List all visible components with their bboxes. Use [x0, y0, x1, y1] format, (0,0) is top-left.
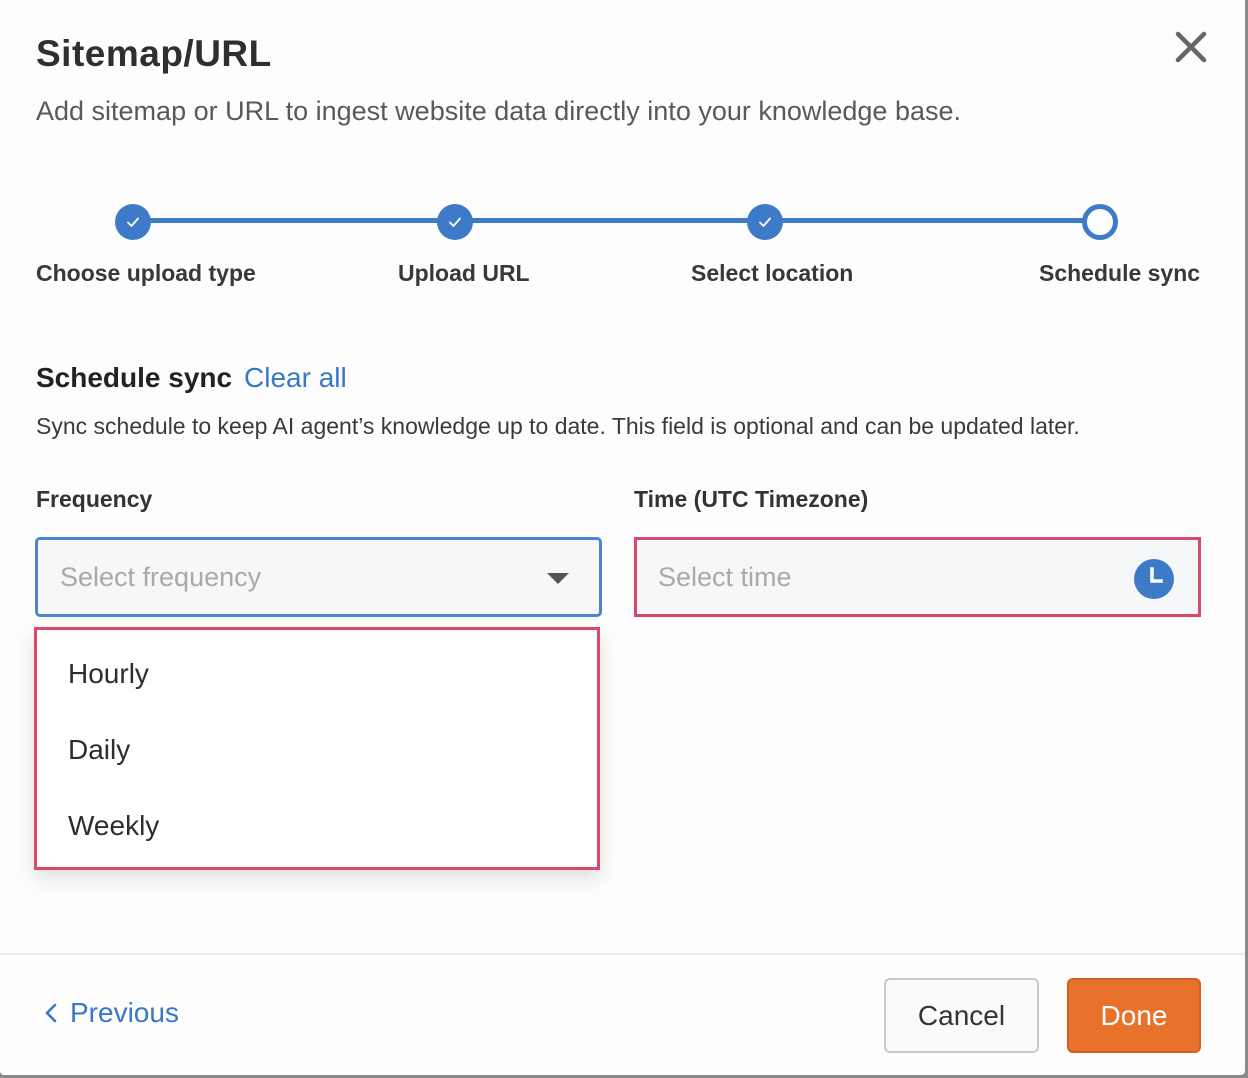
- dialog-subtitle: Add sitemap or URL to ingest website dat…: [36, 96, 962, 126]
- close-button[interactable]: [1170, 26, 1212, 68]
- done-button[interactable]: Done: [1067, 978, 1201, 1053]
- previous-label: Previous: [70, 997, 179, 1028]
- time-placeholder: Select time: [658, 562, 792, 592]
- step-1-complete-dot: [115, 204, 151, 240]
- frequency-option-hourly[interactable]: Hourly: [68, 658, 149, 690]
- step-3-complete-dot: [747, 204, 783, 240]
- cancel-button[interactable]: Cancel: [884, 978, 1039, 1053]
- frequency-placeholder: Select frequency: [60, 562, 262, 592]
- sitemap-url-dialog: Sitemap/URL Add sitemap or URL to ingest…: [0, 0, 1245, 1075]
- chevron-left-icon: [45, 1003, 57, 1023]
- close-icon: [1175, 31, 1207, 63]
- step-2-complete-dot: [437, 204, 473, 240]
- step-label-select-location: Select location: [691, 260, 854, 286]
- frequency-option-weekly[interactable]: Weekly: [68, 810, 159, 842]
- check-icon: [127, 217, 139, 227]
- step-label-choose-upload-type: Choose upload type: [36, 260, 256, 286]
- frequency-label: Frequency: [36, 486, 153, 512]
- check-icon: [449, 217, 461, 227]
- step-4-current-dot: [1082, 204, 1118, 240]
- dialog-title: Sitemap/URL: [36, 33, 272, 74]
- step-label-upload-url: Upload URL: [398, 260, 530, 286]
- frequency-option-daily[interactable]: Daily: [68, 734, 130, 766]
- time-input[interactable]: Select time: [634, 537, 1201, 617]
- caret-down-icon: [547, 573, 569, 584]
- step-label-schedule-sync: Schedule sync: [1039, 260, 1201, 286]
- schedule-sync-description: Sync schedule to keep AI agent’s knowled…: [36, 413, 1080, 439]
- footer-divider: [0, 953, 1245, 955]
- clock-icon[interactable]: [1134, 559, 1174, 599]
- schedule-sync-heading: Schedule sync: [36, 362, 233, 393]
- previous-button[interactable]: Previous: [44, 997, 179, 1029]
- time-label: Time (UTC Timezone): [634, 486, 869, 512]
- stepper-track: [133, 218, 1101, 223]
- frequency-select[interactable]: Select frequency: [35, 537, 602, 617]
- clear-all-link[interactable]: Clear all: [244, 362, 347, 394]
- frequency-dropdown-menu: Hourly Daily Weekly: [34, 627, 600, 870]
- check-icon: [759, 217, 771, 227]
